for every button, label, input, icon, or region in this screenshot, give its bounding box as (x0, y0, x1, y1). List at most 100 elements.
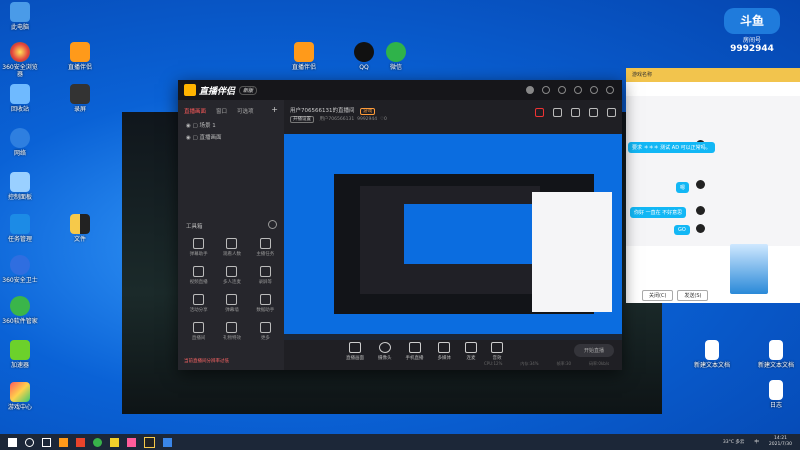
desktop-icon-zhibo[interactable]: 直播伴侣 (60, 42, 100, 82)
tool-item[interactable]: 数据助手 (249, 294, 282, 313)
taskbar-browser-icon[interactable] (93, 437, 102, 447)
control-item[interactable]: 多媒体 (438, 342, 451, 361)
gear-icon[interactable] (268, 220, 277, 229)
taskbar-app-icon[interactable] (144, 436, 155, 448)
desktop-icon-monitor[interactable]: 任务管理 (0, 214, 40, 254)
desktop-icon-zhibo2[interactable]: 直播伴侣 (284, 42, 324, 82)
nested-chat (532, 192, 612, 312)
tool-item[interactable]: 弹幕助手 (182, 238, 215, 257)
windows-start-icon[interactable] (8, 437, 17, 447)
desktop-icon-recycle[interactable]: 回收站 (0, 84, 40, 124)
phone-icon (408, 342, 421, 353)
taskbar-app-icon[interactable] (76, 437, 85, 447)
avatar-portrait (730, 244, 768, 294)
mic-icon (465, 342, 477, 353)
desktop-icon-app3[interactable]: 加速器 (0, 340, 40, 380)
clock[interactable]: 14:21 2021/7/30 (769, 436, 792, 448)
room-settings-button[interactable]: 开播设置 (290, 116, 314, 123)
folder-icon (70, 214, 90, 234)
avatar (696, 224, 705, 233)
chat-actions: 关闭(C) 发送(S) (642, 290, 712, 301)
brand-logo: 斗鱼 (724, 8, 780, 34)
send-button[interactable]: 发送(S) (677, 290, 709, 301)
control-item[interactable]: 直播画面 (346, 342, 364, 361)
settings-icon[interactable] (571, 108, 580, 117)
chat-window[interactable]: 游戏名称 要求 ＊＊＊ 测试 AD 可以正常吗。 嗯 你好 一直在 不好意思 G… (626, 68, 800, 303)
desktop-icon-computer[interactable]: 此电脑 (0, 2, 40, 42)
taskbar: 33°C 多云 中 14:21 2021/7/30 (0, 434, 800, 450)
plus-app-icon (10, 340, 30, 360)
desktop-icon-folder[interactable]: 文件 (60, 214, 100, 254)
tool-item[interactable]: 录屏等 (249, 266, 282, 285)
desktop-icon-wechat[interactable]: 微信 (376, 42, 416, 82)
desktop-icon-app1[interactable]: 360安全卫士 (0, 255, 40, 295)
scene-item[interactable]: ◉ ▢ 场景 1 (178, 119, 284, 131)
nested-taskbar (284, 334, 622, 340)
minimize-icon[interactable] (574, 86, 582, 94)
tools-grid: 弹幕助手 观看人数 主播任务 视频直播 多人连麦 录屏等 活动分享 弹幕墙 数据… (182, 238, 282, 341)
add-scene-icon[interactable]: + (271, 106, 278, 115)
avatar-icon[interactable] (526, 86, 534, 94)
settings-icon[interactable] (542, 86, 550, 94)
tool-icon (259, 322, 271, 333)
zhibo-window[interactable]: 直播伴侣 新版 直播画面 窗口 可选项 + ◉ ▢ 场景 1 ◉ ▢ 直播画面 … (178, 80, 622, 370)
lock-icon[interactable] (553, 108, 562, 117)
close-icon[interactable] (606, 86, 614, 94)
desktop-icon-network[interactable]: 网络 (0, 128, 40, 168)
menu-icon[interactable] (558, 86, 566, 94)
tool-icon (226, 294, 238, 305)
control-item[interactable]: 手机直播 (406, 342, 424, 361)
tab-window[interactable]: 窗口 (216, 107, 227, 115)
taskbar-app-icon[interactable] (163, 437, 172, 447)
desktop-file-2[interactable]: 新建文本文档 (756, 340, 796, 380)
room-tag[interactable]: 游戏 (360, 108, 376, 115)
tool-item[interactable]: 礼物特效 (215, 322, 248, 341)
tab-options[interactable]: 可选项 (237, 107, 254, 115)
language[interactable]: 中 (754, 439, 759, 445)
start-live-button[interactable]: 开始直播 (573, 344, 614, 357)
nested-preview (404, 204, 534, 264)
computer-icon (10, 2, 30, 22)
tool-item[interactable]: 弹幕墙 (215, 294, 248, 313)
taskbar-app-icon[interactable] (110, 437, 119, 447)
browser-icon (10, 42, 30, 62)
control-item[interactable]: 连麦 (465, 342, 477, 361)
tool-item[interactable]: 直播间 (182, 322, 215, 341)
gift-icon[interactable] (535, 108, 544, 117)
tool-item[interactable]: 更多 (249, 322, 282, 341)
file-icon (769, 380, 783, 400)
tool-item[interactable]: 主播任务 (249, 238, 282, 257)
taskbar-app-icon[interactable] (59, 437, 68, 447)
file-icon (769, 340, 783, 360)
live-preview[interactable] (284, 134, 622, 340)
tool-item[interactable]: 观看人数 (215, 238, 248, 257)
tab-scene[interactable]: 直播画面 (184, 107, 206, 115)
tool-item[interactable]: 活动分享 (182, 294, 215, 313)
desktop-icon-control[interactable]: 控制面板 (0, 172, 40, 212)
desktop-icon-app4[interactable]: 游戏中心 (0, 382, 40, 422)
chat-title: 游戏名称 (626, 68, 800, 82)
app-icon (10, 255, 30, 275)
desktop-icon-app2[interactable]: 360软件管家 (0, 296, 40, 336)
search-icon[interactable] (25, 437, 34, 447)
room-label: 房间号 (742, 37, 761, 44)
room-number: 9992944 (730, 44, 774, 54)
maximize-icon[interactable] (590, 86, 598, 94)
desktop-file-3[interactable]: 日志 (756, 380, 796, 420)
close-button[interactable]: 关闭(C) (642, 290, 674, 301)
tool-item[interactable]: 视频直播 (182, 266, 215, 285)
bell-icon[interactable] (589, 108, 598, 117)
app-logo: 直播伴侣 新版 (184, 84, 258, 97)
desktop-icon-browser[interactable]: 360安全浏览器 (0, 42, 40, 82)
desktop-file-1[interactable]: 新建文本文档 (692, 340, 732, 380)
window-controls (526, 86, 614, 94)
tool-item[interactable]: 多人连麦 (215, 266, 248, 285)
taskbar-app-icon[interactable] (127, 437, 136, 447)
weather[interactable]: 33°C 多云 (723, 439, 745, 445)
control-item[interactable]: 音效 (491, 342, 503, 361)
desktop-icon-record[interactable]: 录屏 (60, 84, 100, 124)
share-icon[interactable] (607, 108, 616, 117)
control-item[interactable]: 摄像头 (378, 342, 392, 361)
task-view-icon[interactable] (42, 437, 51, 447)
scene-item[interactable]: ◉ ▢ 直播画面 (178, 131, 284, 143)
